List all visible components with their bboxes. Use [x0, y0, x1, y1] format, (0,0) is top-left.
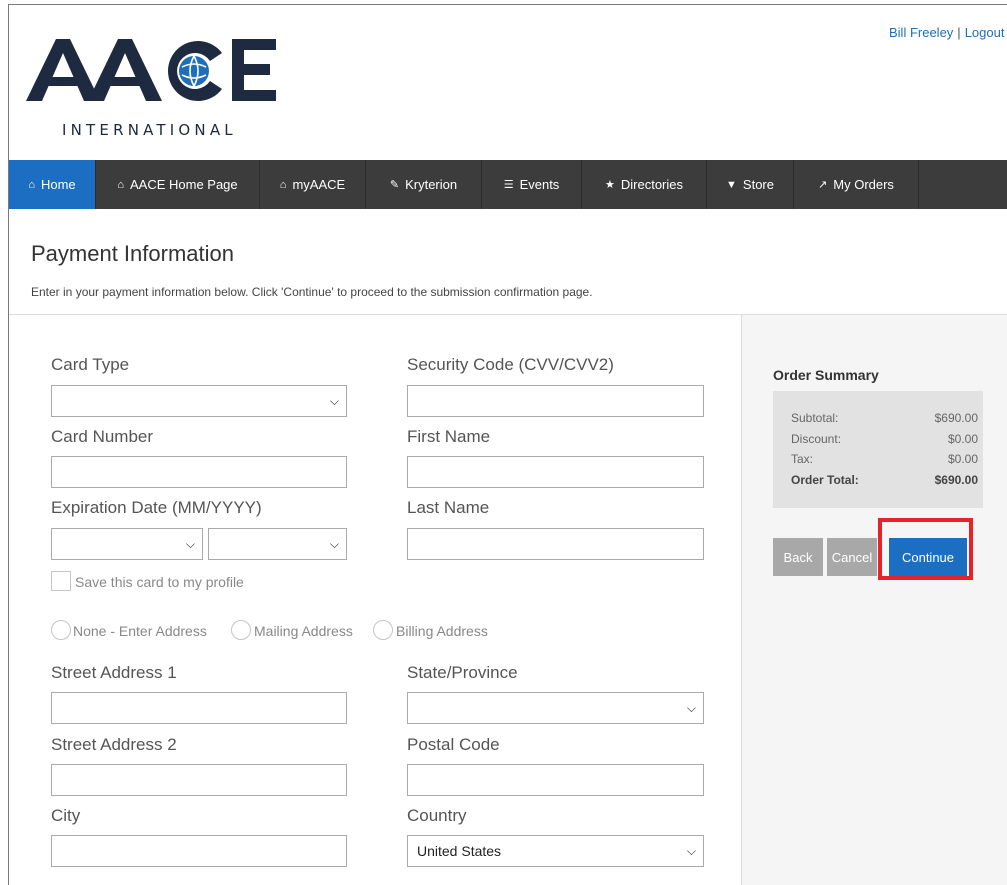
nav-item-label: Directories	[620, 177, 683, 192]
street-address-1-input[interactable]	[51, 692, 347, 724]
user-name-link[interactable]: Bill Freeley	[889, 25, 953, 40]
nav-item-my-orders[interactable]: ↗ My Orders	[794, 160, 919, 209]
page-subtitle: Enter in your payment information below.…	[31, 285, 593, 299]
security-code-input[interactable]	[407, 385, 704, 417]
tax-value: $0.00	[947, 452, 978, 466]
user-links-separator: |	[957, 25, 961, 40]
street-address-2-label: Street Address 2	[51, 735, 177, 754]
order-summary-panel: Order Summary Subtotal: $690.00 Discount…	[741, 315, 1007, 885]
country-select[interactable]: United States ⌵	[407, 835, 704, 867]
card-type-label: Card Type	[51, 355, 130, 374]
page-title: Payment Information	[31, 241, 234, 266]
expiration-date-label: Expiration Date (MM/YYYY)	[51, 498, 262, 517]
street-address-1-label: Street Address 1	[51, 663, 177, 682]
home-icon: ⌂	[117, 178, 124, 191]
browser-page: INTERNATIONAL Bill Freeley | Logout ⌂ Home …	[8, 4, 1007, 885]
postal-code-label: Postal Code	[407, 735, 500, 754]
order-total-label: Order Total:	[791, 473, 859, 487]
subtotal-label: Subtotal:	[791, 411, 839, 425]
nav-item-store[interactable]: ▼ Store	[707, 160, 794, 209]
discount-row: Discount: $0.00	[791, 432, 978, 446]
order-summary-box: Subtotal: $690.00 Discount: $0.00 Tax: $…	[773, 391, 983, 508]
back-button[interactable]: Back	[773, 538, 823, 576]
order-total-value: $690.00	[934, 473, 978, 487]
postal-code-input[interactable]	[407, 764, 704, 796]
city-input[interactable]	[51, 835, 347, 867]
chevron-down-icon: ⌵	[686, 701, 696, 715]
chevron-down-icon: ⌵	[329, 394, 339, 408]
nav-item-home[interactable]: ⌂ Home	[9, 160, 96, 209]
nav-item-label: AACE Home Page	[129, 177, 238, 192]
nav-item-label: Store	[742, 177, 774, 192]
chevron-down-icon: ⌵	[329, 537, 339, 551]
order-summary-title: Order Summary	[773, 367, 879, 383]
discount-label: Discount:	[791, 432, 842, 446]
address-option-billing-label: Billing Address	[396, 623, 488, 639]
address-option-mailing-label: Mailing Address	[254, 623, 353, 639]
address-option-none-radio[interactable]	[51, 620, 71, 640]
nav-item-label: Home	[40, 177, 76, 192]
site-header: INTERNATIONAL Bill Freeley | Logout	[9, 5, 1007, 160]
first-name-label: First Name	[407, 427, 491, 446]
logo-subtitle: INTERNATIONAL	[62, 121, 237, 139]
tax-row: Tax: $0.00	[791, 452, 978, 466]
state-province-select[interactable]: ⌵	[407, 692, 704, 724]
card-type-select[interactable]: ⌵	[51, 385, 347, 417]
main-nav: ⌂ Home ⌂ AACE Home Page ⌂ myAACE ✎ Kryterion…	[9, 160, 1007, 209]
security-code-label: Security Code (CVV/CVV2)	[407, 355, 614, 374]
tax-label: Tax:	[791, 452, 814, 466]
address-option-none-label: None - Enter Address	[73, 623, 207, 639]
order-total-row: Order Total: $690.00	[791, 473, 978, 487]
expiration-year-select[interactable]: ⌵	[208, 528, 347, 560]
subtotal-value: $690.00	[934, 411, 978, 425]
pin-icon: ↗	[818, 179, 828, 191]
continue-highlight-box	[878, 518, 973, 580]
nav-item-label: Kryterion	[405, 177, 458, 192]
nav-item-directories[interactable]: ★ Directories	[582, 160, 707, 209]
nav-item-myaace[interactable]: ⌂ myAACE	[260, 160, 366, 209]
card-number-label: Card Number	[51, 427, 154, 446]
last-name-input[interactable]	[407, 528, 704, 560]
street-address-2-input[interactable]	[51, 764, 347, 796]
payment-form: Card Type ⌵ Card Number Expiration Date …	[9, 315, 741, 885]
address-option-mailing-radio[interactable]	[231, 620, 251, 640]
chevron-down-icon: ⌵	[686, 844, 696, 858]
expiration-month-select[interactable]: ⌵	[51, 528, 203, 560]
user-links: Bill Freeley | Logout	[889, 25, 1004, 40]
home-icon: ⌂	[279, 178, 287, 191]
edit-icon: ✎	[389, 179, 400, 191]
chevron-down-icon: ⌵	[185, 537, 195, 551]
home-icon: ⌂	[28, 178, 35, 191]
address-option-billing-radio[interactable]	[373, 620, 393, 640]
logout-link[interactable]: Logout	[965, 25, 1005, 40]
list-icon: ☰	[503, 179, 514, 191]
last-name-label: Last Name	[407, 498, 490, 517]
nav-item-label: My Orders	[833, 177, 894, 192]
subtotal-row: Subtotal: $690.00	[791, 411, 978, 425]
aace-logo[interactable]: INTERNATIONAL	[26, 31, 326, 151]
aace-logo-mark	[26, 39, 276, 101]
save-card-label: Save this card to my profile	[75, 574, 244, 590]
nav-item-aace-home-page[interactable]: ⌂ AACE Home Page	[96, 160, 260, 209]
save-card-checkbox[interactable]	[51, 571, 71, 591]
cancel-button[interactable]: Cancel	[827, 538, 877, 576]
cart-icon: ▼	[726, 178, 737, 191]
first-name-input[interactable]	[407, 456, 704, 488]
country-label: Country	[407, 806, 467, 825]
nav-item-label: myAACE	[292, 177, 346, 192]
card-number-input[interactable]	[51, 456, 347, 488]
discount-value: $0.00	[947, 432, 978, 446]
state-province-label: State/Province	[407, 663, 518, 682]
nav-item-events[interactable]: ☰ Events	[482, 160, 582, 209]
star-icon: ★	[605, 179, 615, 191]
country-value: United States	[417, 843, 502, 859]
nav-item-label: Events	[519, 177, 560, 192]
city-label: City	[51, 806, 81, 825]
nav-item-kryterion[interactable]: ✎ Kryterion	[366, 160, 482, 209]
